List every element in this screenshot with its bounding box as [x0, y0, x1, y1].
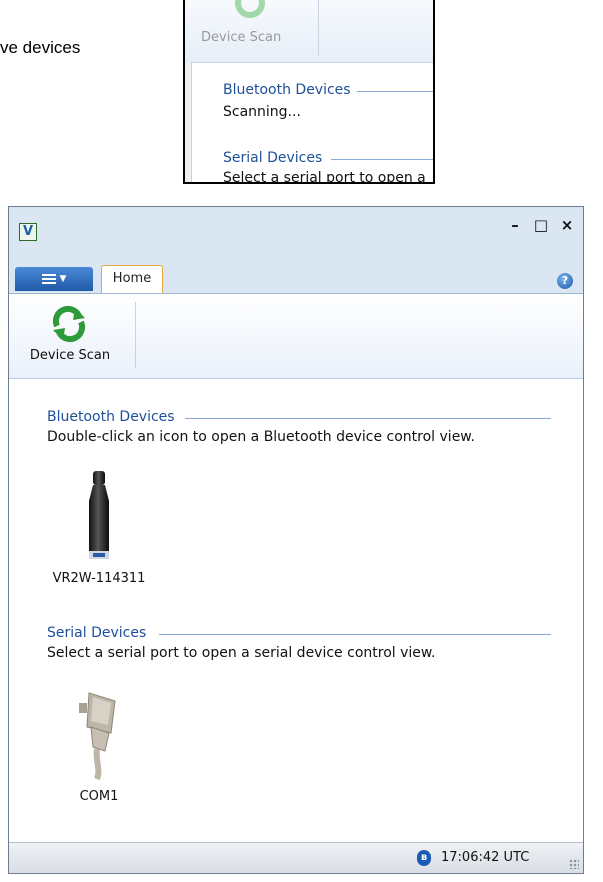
inset-bluetooth-rule	[357, 91, 433, 92]
bluetooth-heading: Bluetooth Devices	[47, 409, 175, 425]
resize-grip-icon[interactable]	[569, 859, 579, 869]
inset-bluetooth-heading: Bluetooth Devices	[223, 82, 351, 98]
application-menu-button[interactable]: ▼	[15, 267, 93, 291]
device-item-vr2w[interactable]: VR2W-114311	[51, 471, 147, 586]
inset-bluetooth-status: Scanning...	[223, 104, 301, 120]
help-icon[interactable]: ?	[557, 273, 573, 289]
serial-heading: Serial Devices	[47, 625, 147, 641]
device-name: VR2W-114311	[52, 571, 146, 586]
maximize-button[interactable]: □	[533, 217, 549, 233]
minimize-button[interactable]: –	[507, 217, 523, 233]
bluetooth-rule	[185, 418, 551, 419]
inset-serial-heading: Serial Devices	[223, 150, 323, 166]
app-window: V – □ × ▼ Home ? Device Scan Bluetooth D	[8, 206, 584, 874]
bluetooth-description: Double-click an icon to open a Bluetooth…	[47, 429, 475, 445]
inset-serial-rule	[331, 159, 433, 160]
receiver-icon	[89, 471, 109, 559]
window-controls: – □ ×	[507, 217, 575, 233]
main-content: Bluetooth Devices Double-click an icon t…	[9, 379, 583, 843]
ribbon: Device Scan	[9, 294, 583, 379]
status-bar: ʙ 17:06:42 UTC	[9, 842, 583, 873]
caption-text: ve devices	[0, 38, 81, 57]
ribbon-separator	[135, 302, 136, 368]
zoom-inset: Device Scan Bluetooth Devices Scanning..…	[183, 0, 435, 184]
serial-rule	[159, 634, 551, 635]
menu-icon	[41, 274, 56, 284]
inset-left-edge	[185, 62, 192, 182]
inset-device-scan-label: Device Scan	[201, 30, 282, 45]
device-name: COM1	[79, 789, 119, 804]
inset-ribbon-separator	[318, 0, 319, 56]
bluetooth-icon: ʙ	[417, 850, 431, 866]
device-scan-button[interactable]: Device Scan	[11, 298, 129, 372]
close-button[interactable]: ×	[559, 217, 575, 233]
serial-description: Select a serial port to open a serial de…	[47, 645, 436, 661]
inset-serial-text: Select a serial port to open a	[223, 170, 426, 184]
serial-connector-icon	[79, 692, 116, 781]
refresh-icon	[235, 0, 265, 18]
chevron-down-icon: ▼	[59, 274, 67, 284]
app-logo-icon: V	[19, 223, 37, 241]
refresh-icon	[52, 305, 86, 343]
device-scan-label: Device Scan	[29, 348, 111, 363]
ribbon-tab-row: ▼ Home ?	[9, 257, 583, 294]
device-item-com1[interactable]: COM1	[57, 689, 141, 804]
inset-ribbon: Device Scan	[185, 0, 433, 63]
inset-device-scan-button: Device Scan	[197, 0, 307, 60]
title-bar: V – □ ×	[9, 207, 583, 257]
tab-home[interactable]: Home	[101, 265, 163, 293]
status-time: 17:06:42 UTC	[441, 850, 530, 865]
